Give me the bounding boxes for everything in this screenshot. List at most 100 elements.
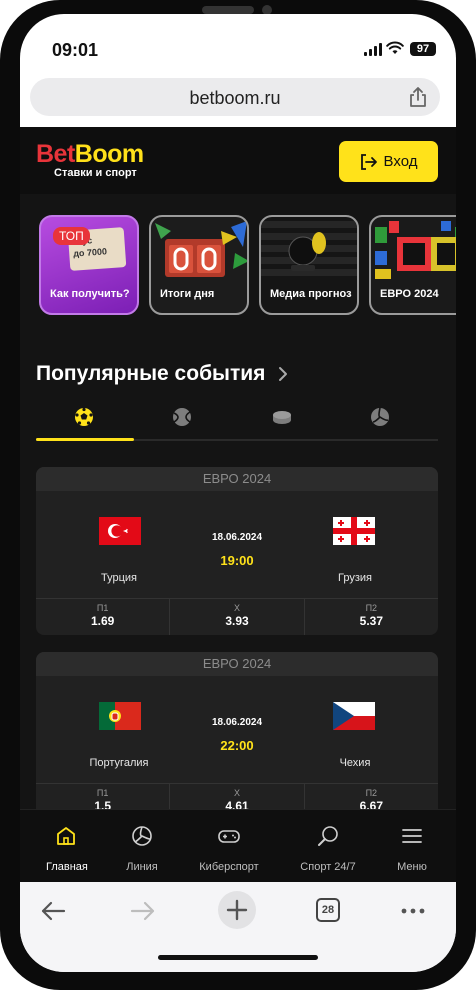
popular-events-title[interactable]: Популярные события bbox=[36, 362, 265, 386]
event-date: 18.06.2024 bbox=[211, 532, 263, 543]
back-arrow-icon[interactable] bbox=[36, 894, 70, 928]
promo-line2: до 7000 bbox=[72, 246, 108, 259]
event-time: 22:00 bbox=[220, 738, 254, 753]
story-label: ЕВРО 2024 bbox=[380, 288, 439, 300]
chevron-right-icon[interactable] bbox=[276, 365, 290, 383]
home-indicator bbox=[158, 955, 318, 960]
nav-item-line[interactable]: Линия bbox=[122, 824, 162, 873]
odd-value: 5.37 bbox=[359, 614, 383, 628]
odds-row: П1 1.69 Х 3.93 П2 5.37 bbox=[36, 598, 438, 635]
tab-volleyball[interactable] bbox=[370, 407, 390, 427]
nav-label: Главная bbox=[46, 861, 88, 873]
status-time: 09:01 bbox=[52, 40, 99, 60]
soccer-ball-icon bbox=[75, 407, 93, 426]
racket-icon bbox=[318, 826, 338, 846]
odd-label: Х bbox=[233, 788, 240, 798]
odd-label: П2 bbox=[365, 603, 378, 613]
logo-bet: Bet bbox=[36, 140, 75, 168]
nav-item-sport-24-7[interactable]: Спорт 24/7 bbox=[296, 824, 360, 873]
away-team: Чехия bbox=[339, 757, 371, 769]
story-daily-results[interactable]: Итоги дня bbox=[149, 215, 249, 315]
nav-label: Линия bbox=[126, 861, 158, 873]
turkey-flag-icon bbox=[99, 517, 141, 545]
odd-value: 1.5 bbox=[94, 799, 111, 809]
volleyball-icon bbox=[371, 407, 389, 426]
odd-value: 6.67 bbox=[359, 799, 383, 809]
home-team: Турция bbox=[101, 572, 137, 584]
odd-value: 3.93 bbox=[225, 614, 249, 628]
bottom-navigation: Главная Линия Киберспорт Спорт 24/7 Меню bbox=[20, 809, 456, 882]
euro-2024-art bbox=[375, 221, 456, 279]
home-team: Португалия bbox=[89, 757, 149, 769]
event-date: 18.06.2024 bbox=[211, 717, 263, 728]
wifi-icon bbox=[386, 41, 404, 54]
media-forecast-art bbox=[261, 221, 357, 276]
tennis-ball-icon bbox=[173, 408, 191, 426]
tab-tennis[interactable] bbox=[172, 407, 192, 427]
home-icon bbox=[57, 827, 75, 845]
tab-football[interactable] bbox=[74, 407, 94, 427]
speaker bbox=[202, 6, 254, 14]
story-label: Медиа прогноз bbox=[270, 288, 352, 300]
battery-icon: 97 bbox=[410, 42, 436, 56]
odd-draw[interactable]: Х 3.93 bbox=[170, 599, 305, 635]
menu-icon bbox=[402, 829, 422, 843]
odd-home-win[interactable]: П1 1.69 bbox=[36, 599, 171, 635]
odd-draw[interactable]: Х 4.61 bbox=[170, 784, 305, 809]
story-label: Итоги дня bbox=[160, 288, 215, 300]
event-card[interactable]: ЕВРО 2024 Турция 18.06.2024 19:00 Грузия… bbox=[36, 467, 438, 635]
betboom-logo[interactable]: BetBoom bbox=[36, 140, 144, 169]
hockey-puck-icon bbox=[273, 411, 291, 424]
portugal-flag-icon bbox=[99, 702, 141, 730]
login-button[interactable]: Вход bbox=[339, 141, 438, 182]
odd-value: 4.61 bbox=[225, 799, 249, 809]
nav-item-menu[interactable]: Меню bbox=[392, 824, 432, 873]
site-header: BetBoom Ставки и спорт Вход bbox=[20, 127, 456, 194]
georgia-flag-icon bbox=[333, 517, 375, 545]
ball-icon bbox=[132, 826, 152, 846]
event-card[interactable]: ЕВРО 2024 Португалия 18.06.2024 22:00 Че… bbox=[36, 652, 438, 809]
nav-item-home[interactable]: Главная bbox=[46, 824, 88, 873]
logo-boom: Boom bbox=[74, 140, 144, 168]
url-text[interactable]: betboom.ru bbox=[30, 88, 440, 109]
odd-label: Х bbox=[233, 603, 240, 613]
story-label: Как получить? bbox=[50, 288, 130, 300]
event-time: 19:00 bbox=[220, 553, 254, 568]
odd-value: 1.69 bbox=[90, 614, 115, 628]
stories-row: ус до 7000 ТОП Как получить? bbox=[20, 215, 456, 317]
nav-label: Спорт 24/7 bbox=[300, 861, 356, 873]
nav-label: Меню bbox=[397, 861, 427, 873]
odd-away-win[interactable]: П2 5.37 bbox=[305, 599, 438, 635]
event-league: ЕВРО 2024 bbox=[36, 652, 438, 676]
tabs-count-button[interactable]: 28 bbox=[316, 898, 340, 922]
tab-hockey[interactable] bbox=[272, 407, 292, 427]
story-euro-2024[interactable]: ЕВРО 2024 bbox=[369, 215, 456, 315]
story-bonus[interactable]: ус до 7000 ТОП Как получить? bbox=[39, 215, 139, 315]
nav-label: Киберспорт bbox=[199, 861, 259, 873]
story-media-forecast[interactable]: Медиа прогноз bbox=[259, 215, 359, 315]
status-bar: 09:01 97 bbox=[20, 14, 456, 74]
phone-frame: 09:01 97 betboom.ru BetBoom Ставки и спо… bbox=[0, 0, 476, 990]
login-icon bbox=[360, 153, 377, 170]
address-bar[interactable]: betboom.ru bbox=[30, 78, 440, 116]
odds-row: П1 1.5 Х 4.61 П2 6.67 bbox=[36, 783, 438, 809]
odd-label: П1 bbox=[96, 788, 109, 798]
browser-toolbar: 28 bbox=[20, 882, 456, 972]
odd-label: П1 bbox=[96, 603, 109, 613]
odd-home-win[interactable]: П1 1.5 bbox=[36, 784, 171, 809]
event-league: ЕВРО 2024 bbox=[36, 467, 438, 491]
new-tab-plus-icon[interactable] bbox=[217, 890, 257, 930]
screen: 09:01 97 betboom.ru BetBoom Ставки и спо… bbox=[20, 14, 456, 972]
cellular-signal-icon bbox=[364, 43, 382, 56]
gamepad-icon bbox=[218, 830, 240, 843]
sport-tabs bbox=[36, 395, 438, 441]
odd-label: П2 bbox=[365, 788, 378, 798]
web-page: BetBoom Ставки и спорт Вход ус до 7000 bbox=[20, 127, 456, 809]
nav-item-esports[interactable]: Киберспорт bbox=[194, 824, 264, 873]
away-team: Грузия bbox=[338, 572, 372, 584]
top-badge: ТОП bbox=[53, 227, 90, 245]
forward-arrow-icon[interactable] bbox=[126, 894, 160, 928]
share-icon[interactable] bbox=[406, 85, 430, 109]
odd-away-win[interactable]: П2 6.67 bbox=[305, 784, 438, 809]
more-icon[interactable] bbox=[396, 894, 430, 928]
